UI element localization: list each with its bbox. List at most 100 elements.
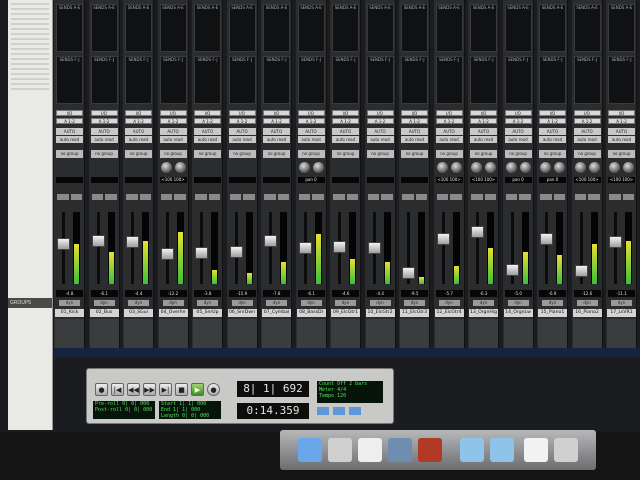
automation-mode-selector[interactable]: auto read [125, 136, 152, 143]
group-selector[interactable]: no group [297, 150, 325, 158]
track-name[interactable]: 13_OrgnHig [469, 309, 498, 317]
volume-readout[interactable]: -4.4 [125, 290, 152, 297]
track-name[interactable]: 06_SnrDwn [227, 309, 257, 317]
solo-mute-buttons[interactable] [609, 194, 634, 200]
input-selector[interactable]: I/O [573, 110, 601, 116]
volume-readout[interactable]: -12.6 [573, 290, 601, 297]
sends-a-e-slot[interactable]: SENDS A-E [504, 4, 532, 52]
wait-for-note-button[interactable] [317, 407, 329, 415]
automation-mode-selector[interactable]: auto read [332, 136, 359, 143]
solo-button[interactable] [333, 194, 345, 200]
output-selector[interactable]: A 1-2 [332, 118, 359, 124]
groups-header[interactable]: GROUPS [8, 298, 52, 308]
main-counter[interactable]: 8| 1| 692 [237, 381, 309, 397]
voice-selector[interactable]: dyn [507, 300, 529, 306]
mute-button[interactable] [588, 194, 600, 200]
pan-knob[interactable] [554, 162, 565, 173]
solo-mute-buttons[interactable] [574, 194, 600, 200]
input-selector[interactable]: I/O [90, 110, 118, 116]
track-name[interactable]: 12_ElcGtr4 [434, 309, 464, 317]
volume-readout[interactable]: -3.8 [194, 290, 221, 297]
output-selector[interactable]: A 1-2 [263, 118, 290, 124]
voice-selector[interactable]: dyn [438, 300, 460, 306]
voice-selector[interactable]: dyn [335, 300, 356, 306]
volume-fader[interactable] [574, 265, 588, 277]
output-selector[interactable]: A 1-2 [470, 118, 497, 124]
voice-selector[interactable]: dyn [473, 300, 494, 306]
mute-button[interactable] [208, 194, 220, 200]
volume-readout[interactable]: -15.9 [228, 290, 256, 297]
sends-a-e-slot[interactable]: SENDS A-E [297, 4, 325, 52]
pan-knob[interactable] [574, 162, 586, 173]
sends-a-e-slot[interactable]: SENDS A-E [263, 4, 290, 52]
group-selector[interactable]: no group [573, 150, 601, 158]
track-list-row[interactable] [11, 8, 49, 10]
pan-knob[interactable] [588, 162, 600, 173]
voice-selector[interactable]: dyn [93, 300, 115, 306]
output-selector[interactable]: A 1-2 [297, 118, 325, 124]
group-selector[interactable]: no group [332, 150, 359, 158]
trash-icon[interactable] [554, 438, 578, 462]
return-to-zero-button[interactable]: |◀ [111, 383, 124, 396]
automation-mode-selector[interactable]: auto read [435, 136, 463, 143]
output-selector[interactable]: A 1-2 [366, 118, 394, 124]
solo-button[interactable] [57, 194, 69, 200]
input-selector[interactable]: I/O [56, 110, 83, 116]
automation-mode-selector[interactable]: auto read [470, 136, 497, 143]
solo-mute-buttons[interactable] [195, 194, 220, 200]
volume-fader[interactable] [540, 233, 553, 245]
output-selector[interactable]: A 1-2 [194, 118, 221, 124]
output-selector[interactable]: A 1-2 [125, 118, 152, 124]
mute-button[interactable] [346, 194, 358, 200]
group-selector[interactable]: no group [194, 150, 221, 158]
pan-knob[interactable] [174, 162, 186, 173]
mute-button[interactable] [139, 194, 151, 200]
sends-a-e-slot[interactable]: SENDS A-E [194, 4, 221, 52]
input-selector[interactable]: I/O [125, 110, 152, 116]
solo-mute-buttons[interactable] [367, 194, 393, 200]
pan-knob[interactable] [505, 162, 517, 173]
input-selector[interactable]: I/O [435, 110, 463, 116]
automation-mode-selector[interactable]: auto read [263, 136, 290, 143]
voice-selector[interactable]: dyn [404, 300, 425, 306]
group-selector[interactable]: no group [228, 150, 256, 158]
solo-button[interactable] [574, 194, 586, 200]
solo-mute-buttons[interactable] [436, 194, 462, 200]
mute-button[interactable] [277, 194, 289, 200]
volume-readout[interactable]: -11.1 [608, 290, 635, 297]
output-selector[interactable]: A 1-2 [608, 118, 635, 124]
mute-button[interactable] [312, 194, 324, 200]
track-name[interactable]: 11_ElcGtr3 [400, 309, 429, 317]
volume-readout[interactable]: -6.1 [297, 290, 325, 297]
group-selector[interactable]: no group [608, 150, 635, 158]
group-selector[interactable]: no group [366, 150, 394, 158]
track-list-row[interactable] [11, 53, 49, 55]
automation-mode-selector[interactable]: auto read [573, 136, 601, 143]
sends-f-j-slot[interactable]: SENDS F-J [608, 56, 635, 104]
input-selector[interactable]: I/O [228, 110, 256, 116]
output-selector[interactable]: A 1-2 [435, 118, 463, 124]
sends-a-e-slot[interactable]: SENDS A-E [159, 4, 187, 52]
record-button[interactable]: ● [207, 383, 220, 396]
midi-control-display[interactable]: Count Off 2 bars Meter 4/4 Tempo 120 [317, 381, 383, 403]
solo-button[interactable] [195, 194, 207, 200]
solo-button[interactable] [91, 194, 103, 200]
track-list-row[interactable] [11, 88, 49, 90]
sends-f-j-slot[interactable]: SENDS F-J [504, 56, 532, 104]
track-list-row[interactable] [11, 78, 49, 80]
track-list-row[interactable] [11, 33, 49, 35]
sends-f-j-slot[interactable]: SENDS F-J [194, 56, 221, 104]
automation-mode-selector[interactable]: auto read [159, 136, 187, 143]
solo-button[interactable] [471, 194, 483, 200]
output-selector[interactable]: A 1-2 [539, 118, 566, 124]
automation-mode-selector[interactable]: auto read [90, 136, 118, 143]
output-selector[interactable]: A 1-2 [56, 118, 83, 124]
count-off-button[interactable] [349, 407, 361, 415]
sends-a-e-slot[interactable]: SENDS A-E [56, 4, 83, 52]
voice-selector[interactable]: dyn [300, 300, 322, 306]
solo-button[interactable] [402, 194, 414, 200]
sends-a-e-slot[interactable]: SENDS A-E [125, 4, 152, 52]
sends-f-j-slot[interactable]: SENDS F-J [539, 56, 566, 104]
volume-fader[interactable] [367, 242, 381, 254]
solo-button[interactable] [505, 194, 517, 200]
